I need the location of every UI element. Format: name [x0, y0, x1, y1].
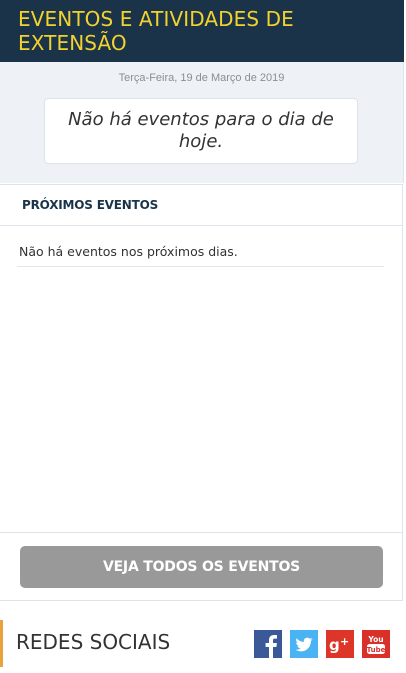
divider: [17, 266, 384, 267]
no-upcoming-events-message: Não há eventos nos próximos dias.: [19, 244, 238, 259]
svg-text:g: g: [329, 636, 340, 654]
upcoming-events-title: PRÓXIMOS EVENTOS: [22, 198, 159, 212]
section-accent-bar: [0, 620, 3, 667]
google-plus-icon[interactable]: g +: [326, 630, 354, 658]
social-title: REDES SOCIAIS: [16, 630, 171, 654]
no-events-today-message: Não há eventos para o dia de hoje.: [68, 109, 334, 152]
today-events-card: Não há eventos para o dia de hoje.: [44, 98, 358, 164]
svg-text:Tube: Tube: [367, 646, 386, 654]
page-title: EVENTOS E ATIVIDADES DE EXTENSÃO: [18, 7, 294, 55]
youtube-icon[interactable]: You Tube: [362, 630, 390, 658]
today-section: Terça-Feira, 19 de Março de 2019 Não há …: [0, 62, 404, 183]
actions-bar: VEJA TODOS OS EVENTOS: [0, 532, 403, 601]
upcoming-events-list: Não há eventos nos próximos dias.: [0, 226, 403, 532]
see-all-events-button[interactable]: VEJA TODOS OS EVENTOS: [20, 546, 383, 588]
social-section: REDES SOCIAIS g + You Tube: [0, 618, 406, 670]
upcoming-events-header: PRÓXIMOS EVENTOS: [0, 184, 403, 226]
page-header: EVENTOS E ATIVIDADES DE EXTENSÃO: [0, 0, 404, 62]
current-date: Terça-Feira, 19 de Março de 2019: [118, 72, 285, 84]
svg-text:+: +: [340, 635, 349, 648]
facebook-icon[interactable]: [254, 630, 282, 658]
svg-text:You: You: [367, 635, 383, 644]
twitter-icon[interactable]: [290, 630, 318, 658]
